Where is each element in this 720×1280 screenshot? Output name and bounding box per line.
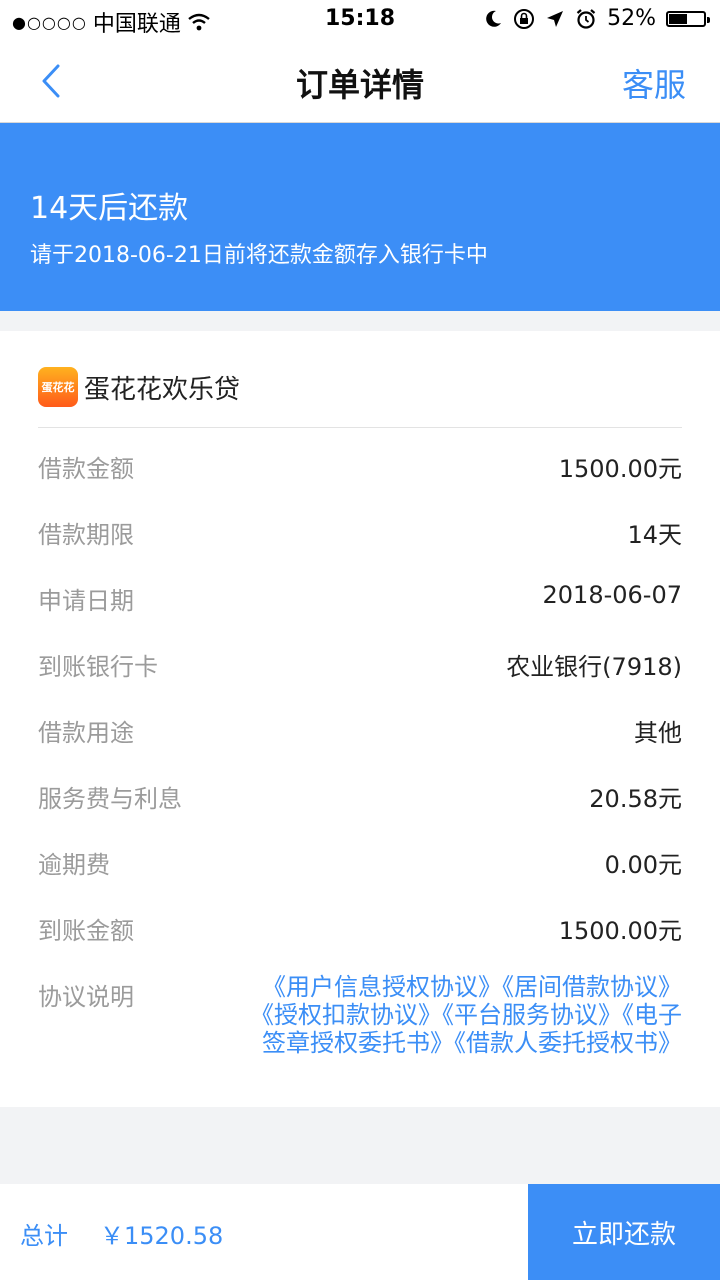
agreement-link-user-info[interactable]: 《用户信息授权协议》 <box>262 973 502 1001</box>
repay-now-button[interactable]: 立即还款 <box>528 1184 720 1280</box>
detail-label: 协议说明 <box>38 983 134 1011</box>
battery-percent: 52% <box>607 6 656 31</box>
agreement-links: 《用户信息授权协议》《居间借款协议》《授权扣款协议》《平台服务协议》《电子签章授… <box>240 973 682 1057</box>
agreement-link-intermediary-loan[interactable]: 《居间借款协议》 <box>502 973 682 1001</box>
page-title: 订单详情 <box>295 66 424 104</box>
status-right: 52% <box>483 6 710 31</box>
detail-row-application-date: 申请日期 2018-06-07 <box>38 581 682 621</box>
alarm-clock-icon <box>576 8 596 29</box>
detail-row-received-amount: 到账金额 1500.00元 <box>38 911 682 951</box>
detail-value: 其他 <box>634 719 682 747</box>
detail-label: 逾期费 <box>38 851 110 879</box>
detail-row-bank-card: 到账银行卡 农业银行(7918) <box>38 647 682 687</box>
status-bar: ●○○○○ 中国联通 15:18 52% <box>0 0 720 40</box>
detail-value: 农业银行(7918) <box>506 653 682 681</box>
detail-label: 到账银行卡 <box>38 653 158 681</box>
detail-label: 借款期限 <box>38 521 134 549</box>
product-logo: 蛋花花 <box>38 367 78 407</box>
total-amount: ￥1520.58 <box>100 1222 224 1250</box>
detail-row-service-fee: 服务费与利息 20.58元 <box>38 779 682 819</box>
repayment-banner: 14天后还款 请于2018-06-21日前将还款金额存入银行卡中 <box>0 123 720 311</box>
navigation-bar: 订单详情 客服 <box>0 40 720 123</box>
detail-value: 2018-06-07 <box>542 581 682 609</box>
detail-row-loan-purpose: 借款用途 其他 <box>38 713 682 753</box>
agreement-link-platform-service[interactable]: 《平台服务协议》 <box>442 1001 622 1029</box>
orientation-lock-icon <box>514 8 535 29</box>
detail-value: 20.58元 <box>589 785 682 813</box>
detail-row-overdue-fee: 逾期费 0.00元 <box>38 845 682 885</box>
detail-value: 1500.00元 <box>558 917 682 945</box>
detail-value: 1500.00元 <box>558 455 682 483</box>
detail-label: 服务费与利息 <box>38 785 182 813</box>
agreement-link-borrower-authorization[interactable]: 《借款人委托授权书》 <box>454 1029 682 1057</box>
do-not-disturb-moon-icon <box>486 10 502 27</box>
battery-fill <box>669 13 687 24</box>
customer-service-button[interactable]: 客服 <box>622 60 686 106</box>
bottom-bar: 总计 ￥1520.58 立即还款 <box>0 1184 720 1280</box>
detail-label: 借款金额 <box>38 455 134 483</box>
battery-icon <box>666 10 710 27</box>
product-name: 蛋花花欢乐贷 <box>84 375 241 405</box>
location-arrow-icon <box>547 10 564 27</box>
repayment-instruction: 请于2018-06-21日前将还款金额存入银行卡中 <box>30 243 488 268</box>
detail-label: 申请日期 <box>38 587 134 615</box>
detail-label: 借款用途 <box>38 719 134 747</box>
total-label: 总计 <box>20 1222 68 1250</box>
order-detail-card: 蛋花花 蛋花花欢乐贷 借款金额 1500.00元 借款期限 14天 申请日期 2… <box>0 331 720 1107</box>
agreement-link-debit-authorization[interactable]: 《授权扣款协议》 <box>250 1001 442 1029</box>
detail-value: 14天 <box>627 521 682 549</box>
detail-row-loan-amount: 借款金额 1500.00元 <box>38 449 682 489</box>
detail-row-loan-term: 借款期限 14天 <box>38 515 682 555</box>
product-header: 蛋花花 蛋花花欢乐贷 <box>38 367 682 428</box>
detail-label: 到账金额 <box>38 917 134 945</box>
detail-value: 0.00元 <box>604 851 682 879</box>
repayment-countdown: 14天后还款 <box>30 191 189 226</box>
